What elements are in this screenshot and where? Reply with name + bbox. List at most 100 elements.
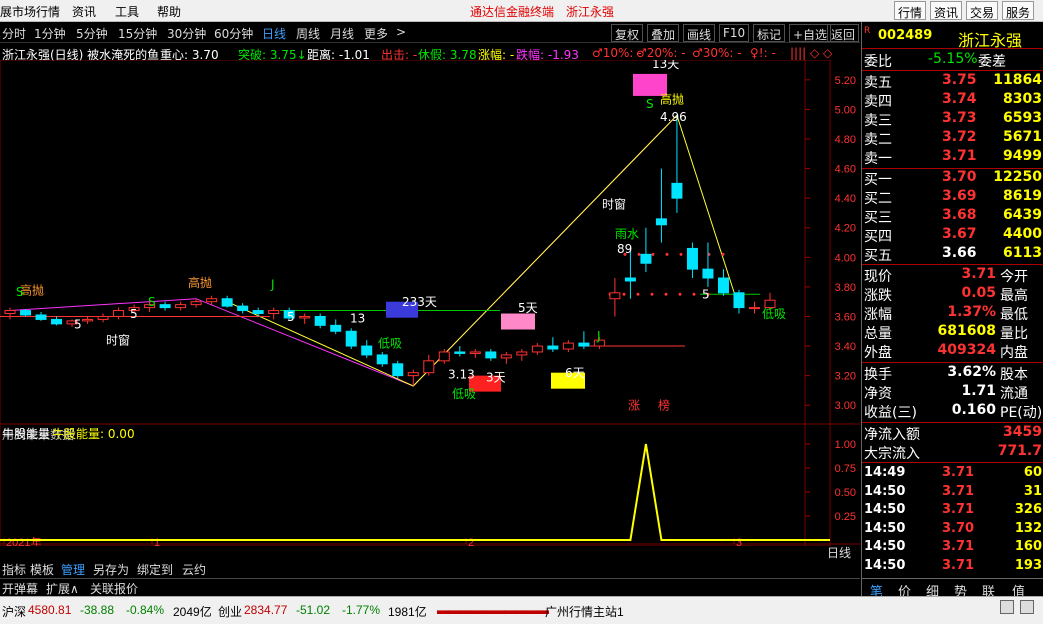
bid-volume: 4400	[1003, 226, 1042, 242]
toggle-danmu[interactable]: 开弹幕	[2, 580, 38, 597]
btn-service[interactable]: 服务	[1002, 1, 1035, 20]
menu-bar: 展市场行情 资讯 工具 帮助 通达信金融终端 浙江永强 行情 资讯 交易 服务	[0, 0, 1043, 22]
candle-body	[392, 363, 404, 377]
candle-body	[97, 315, 109, 320]
stat-row: 现价 3.71 今开	[862, 266, 1043, 285]
stat-label: 涨跌	[864, 288, 892, 304]
period-monthly[interactable]: 月线	[330, 25, 354, 42]
bid-volume: 12250	[993, 169, 1042, 185]
period-fenshi[interactable]: 分时	[2, 25, 26, 42]
sub-indicator-header: 牛股能量 牛股能量: 0.00	[0, 425, 860, 441]
candle-body	[640, 253, 652, 264]
chart-annotation: 3.13	[448, 368, 475, 382]
menu-tools[interactable]: 工具	[115, 3, 139, 20]
period-60min[interactable]: 60分钟	[214, 25, 253, 42]
tab-guanli[interactable]: 管理	[61, 561, 85, 578]
tick-price: 3.71	[942, 539, 975, 554]
server-name[interactable]: 广州行情主站1	[545, 603, 624, 620]
btn-quote[interactable]: 行情	[894, 1, 927, 20]
tab-lingcunwei[interactable]: 另存为	[93, 561, 129, 578]
candle-body	[516, 351, 528, 356]
tool-back[interactable]: 返回	[827, 24, 860, 42]
sub-indicator-name[interactable]: 牛股能量	[2, 425, 50, 442]
period-5min[interactable]: 5分钟	[76, 25, 108, 42]
bid-row: 买二 3.69 8619	[862, 188, 1043, 207]
window-icon[interactable]	[1000, 600, 1014, 614]
menu-help[interactable]: 帮助	[157, 3, 181, 20]
tab-bangdingdao[interactable]: 绑定到	[137, 561, 173, 578]
weibi-row: 委比 -5.15% 委差	[862, 51, 1043, 70]
stat-row: 涨幅 1.37% 最低	[862, 304, 1043, 323]
tool-fuquan[interactable]: 复权	[611, 24, 644, 42]
period-daily[interactable]: 日线	[262, 25, 286, 42]
candle-body	[345, 330, 357, 347]
tick-row: 14:50 3.71 193	[862, 558, 1043, 577]
candle-body	[190, 301, 202, 306]
tick-time: 14:50	[864, 502, 906, 517]
period-30min[interactable]: 30分钟	[167, 25, 206, 42]
chart-annotation: 5	[130, 307, 138, 321]
stat-value: 3.71	[961, 266, 996, 282]
menu-market[interactable]: 展市场行情	[0, 3, 60, 20]
menu-info[interactable]: 资讯	[72, 3, 96, 20]
stat-row: 外盘 409324 内盘	[862, 342, 1043, 361]
period-next-arrow[interactable]: >	[396, 25, 406, 39]
bid-volume: 6113	[1003, 245, 1042, 261]
candle-body	[376, 354, 388, 365]
tool-diejia[interactable]: 叠加	[647, 24, 680, 42]
chart-annotation: 5	[74, 317, 82, 331]
weicha-label: 委差	[978, 54, 1006, 70]
candle-body	[159, 304, 171, 309]
bid-label: 买五	[864, 248, 892, 264]
kline-chart[interactable]: 高抛高抛高抛时窗时窗低吸低吸低吸233天 5天3天 6天13天雨水涨 榜4.963.1…	[0, 57, 860, 549]
candle-body	[221, 298, 233, 307]
tool-add-favorite[interactable]: +自选	[789, 24, 832, 42]
sub-indicator-line	[0, 443, 830, 541]
axis-label: 3.20	[835, 371, 856, 383]
cy-amount: 1981亿	[388, 605, 427, 619]
chart-annotation: 13天	[652, 60, 679, 71]
candle-body	[578, 342, 590, 347]
bid-label: 买四	[864, 229, 892, 245]
cy-label: 创业	[218, 605, 243, 619]
tool-biaoji[interactable]: 标记	[753, 24, 786, 42]
tool-f10[interactable]: F10	[719, 24, 750, 42]
tab-moban[interactable]: 模板	[30, 561, 54, 578]
ask-volume: 8303	[1003, 91, 1042, 107]
stat2-label-2: PE(动)	[1000, 405, 1043, 421]
chart-area[interactable]: 高抛 高抛 高抛 时窗 时窗 低吸 低吸 低吸 233天 5天 3天 6天 13天 雨水涨榜 4.96 3.1…	[0, 57, 860, 549]
dot-marker	[636, 292, 640, 296]
bid-label: 买一	[864, 172, 892, 188]
bid-volume: 8619	[1003, 188, 1042, 204]
tick-price: 3.71	[942, 502, 975, 517]
stat-value: 1.37%	[947, 304, 996, 320]
stat2-label-2: 股本	[1000, 367, 1028, 383]
stat2-label: 收益(三)	[864, 405, 917, 421]
settings-icon[interactable]	[1020, 600, 1034, 614]
ask-label: 卖二	[864, 132, 892, 148]
tab-zhibiao[interactable]: 指标	[2, 561, 26, 578]
btn-news[interactable]: 资讯	[930, 1, 963, 20]
flow-value: 771.7	[997, 443, 1042, 459]
btn-trade[interactable]: 交易	[966, 1, 999, 20]
period-15min[interactable]: 15分钟	[118, 25, 157, 42]
period-weekly[interactable]: 周线	[296, 25, 320, 42]
chart-annotation: 低吸	[762, 307, 786, 321]
tab-yunyue[interactable]: 云约	[182, 561, 206, 578]
market-breadth-icon: ▬▬▬▬▬	[437, 603, 493, 617]
toggle-extend[interactable]: 扩展∧	[46, 580, 79, 597]
chart-annotation: S	[646, 97, 654, 111]
indicator-p10: ♂10%: -	[592, 46, 642, 60]
period-more[interactable]: 更多	[364, 25, 388, 42]
period-1min[interactable]: 1分钟	[34, 25, 66, 42]
sh-value: 4580.81	[28, 603, 72, 617]
tick-time: 14:50	[864, 483, 906, 499]
tick-row: 14:50 3.70 132	[862, 521, 1043, 540]
chart-annotation: 时窗	[106, 334, 130, 348]
chart-annotation: 高抛	[188, 275, 212, 290]
candle-body	[330, 324, 342, 332]
tool-huaxian[interactable]: 画线	[683, 24, 716, 42]
related-quote-button[interactable]: 关联报价	[90, 580, 138, 597]
dot-marker	[650, 292, 654, 296]
chart-annotation: J	[270, 277, 275, 291]
